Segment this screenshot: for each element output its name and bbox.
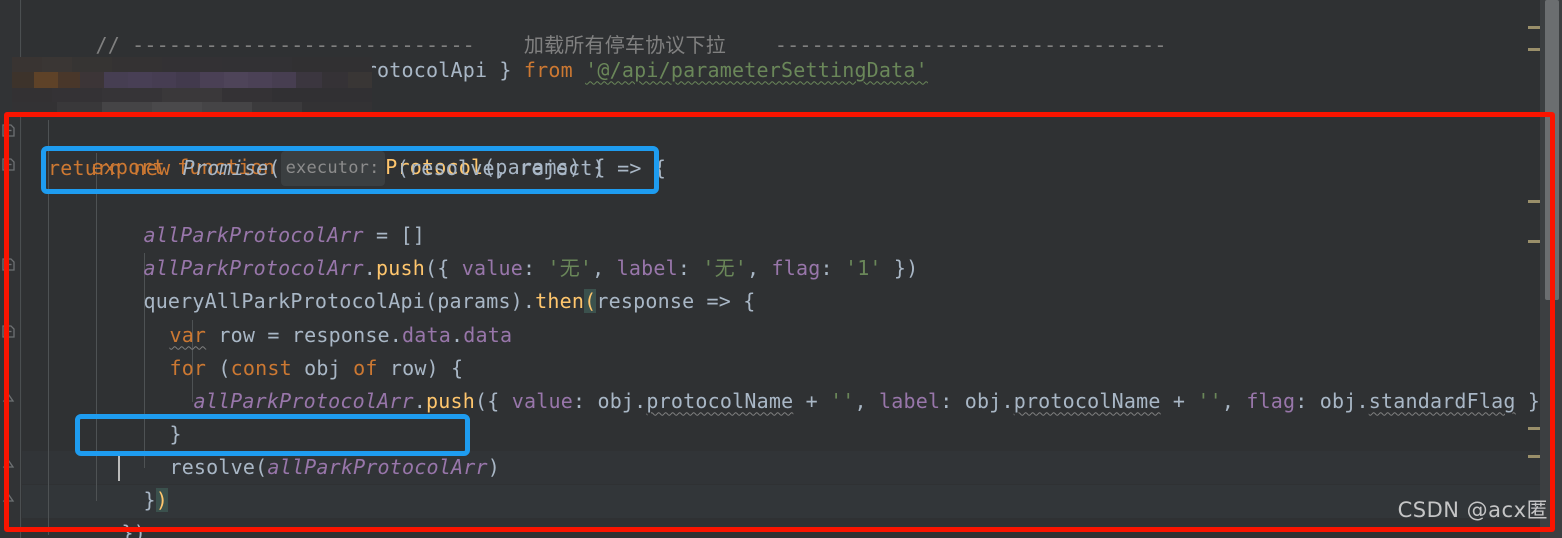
empty-string-2: '' xyxy=(1197,389,1222,414)
keyword-from: from xyxy=(523,58,573,83)
promise-class: Promise xyxy=(182,156,269,180)
punct: ({ xyxy=(475,389,512,414)
scrollbar-marker[interactable] xyxy=(1528,26,1540,29)
scrollbar-marker[interactable] xyxy=(1528,455,1540,458)
code-line-close-function: } xyxy=(18,517,104,538)
import-path-string: '@/api/parameterSettingData' xyxy=(585,58,928,83)
obj-access: : obj. xyxy=(940,389,1014,414)
code-line-close-for: } xyxy=(96,385,182,446)
punct: } xyxy=(487,58,524,83)
scrollbar-marker[interactable] xyxy=(1528,427,1540,430)
line-highlight xyxy=(22,485,1540,518)
obj-access: : obj. xyxy=(572,389,647,414)
code-line-api-then: queryAllParkProtocolApi(params).then(res… xyxy=(70,252,756,314)
inlay-hint-executor[interactable]: executor: xyxy=(280,151,385,187)
prop-data-2: data xyxy=(463,323,513,348)
closing-brace-paren: }) xyxy=(121,521,146,538)
fold-toggle-icon[interactable] xyxy=(2,325,15,338)
code-line-return-promise: return new Promise(executor: (resolve, r… xyxy=(48,151,667,187)
code-line-close-promise: }) xyxy=(48,484,146,538)
method-push: push xyxy=(426,389,476,414)
key-flag: flag xyxy=(1246,389,1296,414)
code-editor-screenshot: // ---------------------------- 加载所有停车协议… xyxy=(0,0,1562,538)
executor-arrow-fn: (resolve, reject) => { xyxy=(384,156,667,180)
code-line-var-row: var row = response.data.data xyxy=(96,286,512,347)
string-flag-1: '1' xyxy=(844,256,882,281)
code-line-push-obj: allParkProtocolArr.push({ value: obj.pro… xyxy=(120,352,1552,413)
scrollbar-marker[interactable] xyxy=(1528,240,1540,243)
close-paren: ) xyxy=(487,455,500,480)
plus: + xyxy=(793,389,831,414)
matched-paren: ( xyxy=(584,289,597,314)
code-line-for-of: for (const obj of row) { xyxy=(96,319,463,380)
prop-protocolName-1: protocolName xyxy=(646,389,794,414)
prop-standardFlag: standardFlag xyxy=(1368,389,1516,414)
resolve-call: resolve( xyxy=(169,455,268,480)
prop-protocolName-2: protocolName xyxy=(1013,389,1161,414)
code-line-import: import { queryAllParkProtocolApi } from … xyxy=(22,21,928,82)
response-arrow: response => { xyxy=(596,289,756,314)
colon: : xyxy=(820,256,845,281)
key-value: value xyxy=(511,389,573,414)
open-paren: ( xyxy=(268,156,281,180)
scrollbar-thumb[interactable] xyxy=(1545,0,1559,300)
csdn-watermark: CSDN @acx匿 xyxy=(1397,498,1548,522)
dot: . xyxy=(413,389,427,414)
method-then: then xyxy=(535,289,585,314)
variable-allParkProtocolArr: allParkProtocolArr xyxy=(267,455,488,480)
obj-access: : obj. xyxy=(1295,389,1369,414)
matched-paren-close: ) xyxy=(155,488,168,513)
comma: , xyxy=(854,389,880,414)
comma: , xyxy=(1221,389,1247,414)
code-line-export-function: export function initParkProtocol(params)… xyxy=(18,118,606,179)
close-punct: }) xyxy=(881,256,919,281)
key-flag: flag xyxy=(771,256,821,281)
code-text-area[interactable]: // ---------------------------- 加载所有停车协议… xyxy=(12,0,1552,538)
text-caret xyxy=(118,453,120,481)
scrollbar-marker[interactable] xyxy=(1528,200,1540,203)
key-label: label xyxy=(879,389,941,414)
code-line-resolve: resolve(allParkProtocolArr) xyxy=(96,418,500,479)
redacted-pixelated-region xyxy=(12,57,372,115)
keyword-return-new: return new xyxy=(48,156,171,180)
empty-string-1: '' xyxy=(830,389,855,414)
plus: + xyxy=(1160,389,1198,414)
code-line-array-init: allParkProtocolArr = [] xyxy=(70,186,425,247)
code-line-push-default: allParkProtocolArr.push({ value: '无', la… xyxy=(70,219,918,280)
variable-allParkProtocolArr: allParkProtocolArr xyxy=(193,389,414,414)
scrollbar-marker[interactable] xyxy=(1528,48,1540,51)
